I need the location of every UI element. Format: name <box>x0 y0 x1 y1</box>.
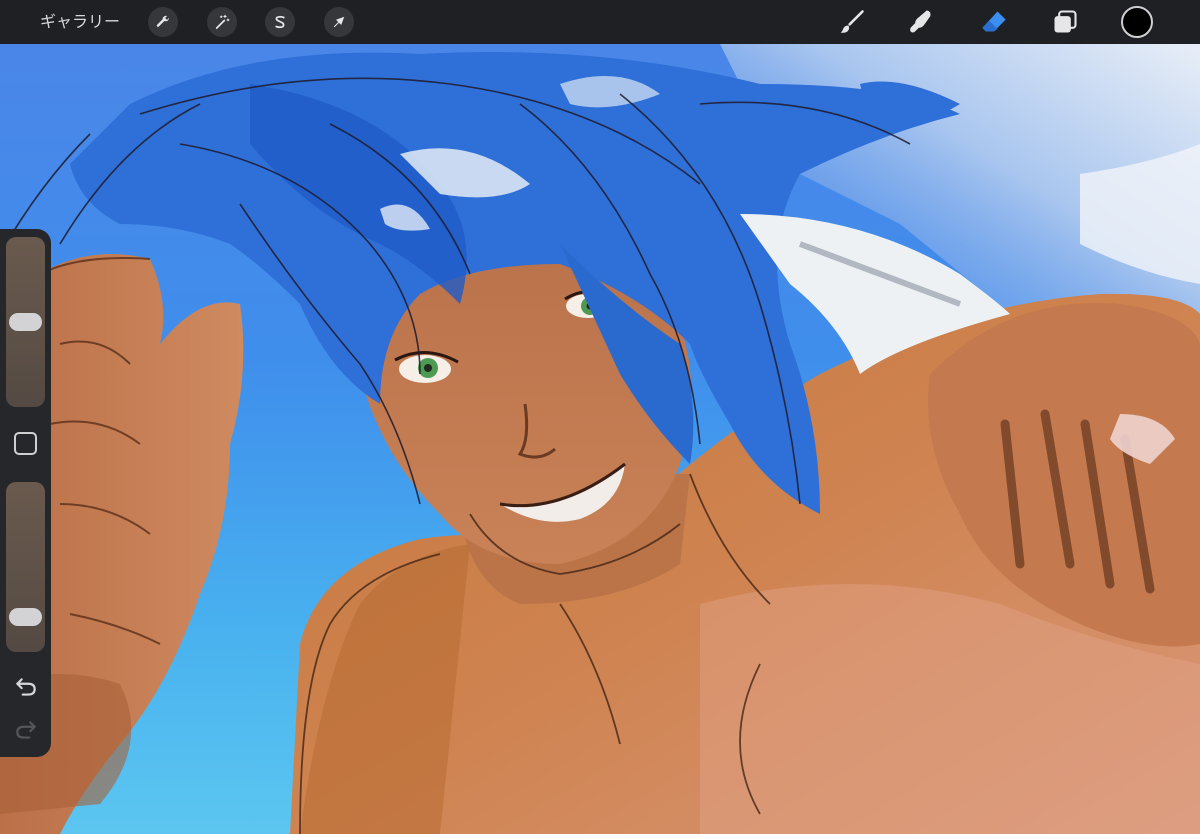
modify-button[interactable] <box>14 432 37 455</box>
selection-s-icon <box>275 15 285 29</box>
wrench-icon <box>156 15 170 27</box>
brush-icon <box>840 10 864 33</box>
redo-arrow-icon <box>16 721 36 739</box>
smudge-tool-button[interactable] <box>904 5 938 39</box>
selection-button[interactable] <box>265 7 295 37</box>
opacity-slider-thumb[interactable] <box>9 608 42 627</box>
eraser-tool-button[interactable] <box>977 5 1011 39</box>
layers-icon <box>1054 10 1077 33</box>
layers-button[interactable] <box>1048 5 1082 39</box>
undo-arrow-icon <box>16 678 36 696</box>
smudge-finger-icon <box>910 10 931 33</box>
transform-button[interactable] <box>324 7 354 37</box>
redo-button[interactable] <box>13 717 39 743</box>
brush-size-slider-thumb[interactable] <box>9 313 42 331</box>
brush-size-slider[interactable] <box>6 237 45 407</box>
actions-button[interactable] <box>148 7 178 37</box>
opacity-slider[interactable] <box>6 482 45 652</box>
artwork-illustration <box>0 44 1200 834</box>
brush-tool-button[interactable] <box>835 5 869 39</box>
gallery-button[interactable]: ギャラリー <box>40 11 120 33</box>
drawing-canvas[interactable] <box>0 44 1200 834</box>
adjustments-button[interactable] <box>207 7 237 37</box>
left-sidebar <box>0 229 51 757</box>
arrow-cursor-icon <box>333 16 345 28</box>
undo-button[interactable] <box>13 674 39 700</box>
eraser-icon <box>982 11 1006 32</box>
color-picker-swatch[interactable] <box>1121 6 1153 38</box>
top-toolbar: ギャラリー <box>0 0 1200 44</box>
magic-wand-icon <box>215 14 230 29</box>
